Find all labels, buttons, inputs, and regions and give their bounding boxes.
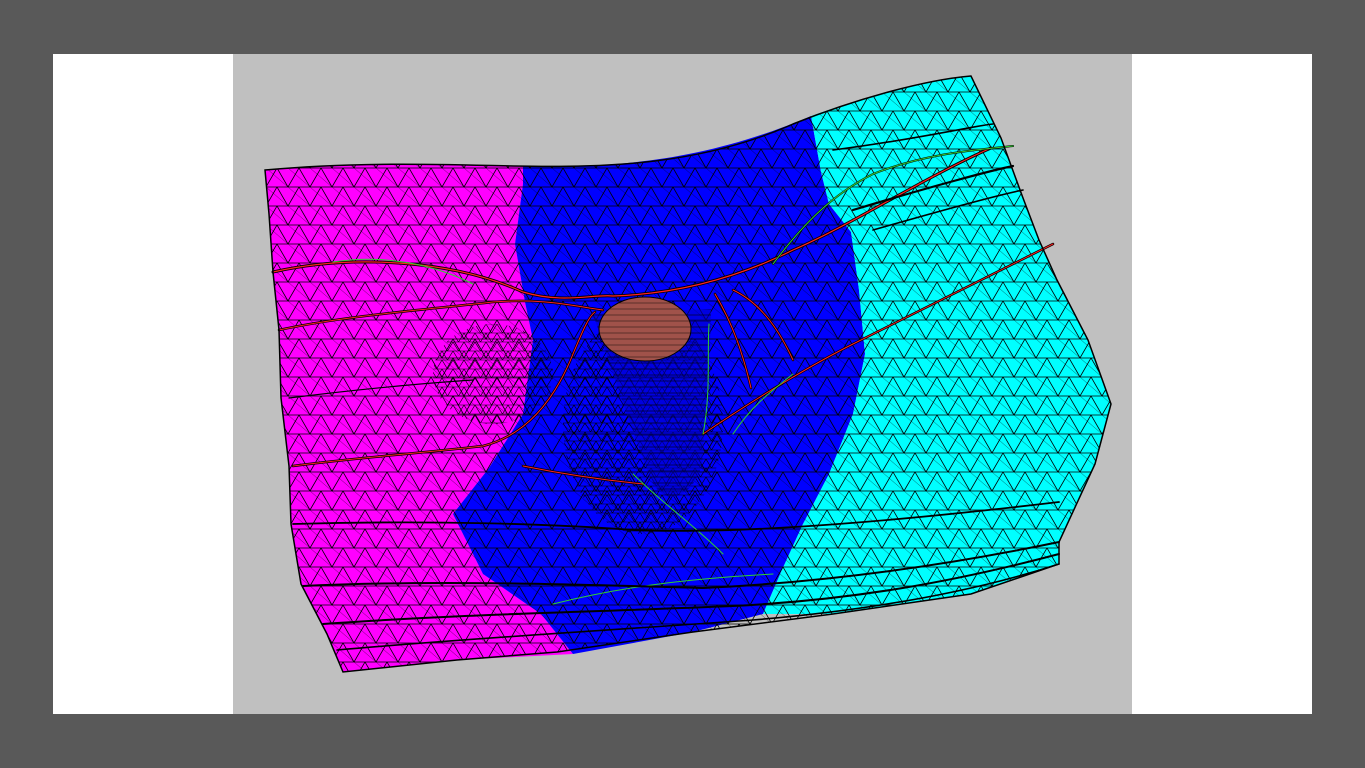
mesh-viewport	[233, 54, 1132, 714]
slide-page	[53, 54, 1312, 714]
outer-frame	[0, 0, 1365, 768]
mesh-model-image	[264, 75, 1112, 673]
